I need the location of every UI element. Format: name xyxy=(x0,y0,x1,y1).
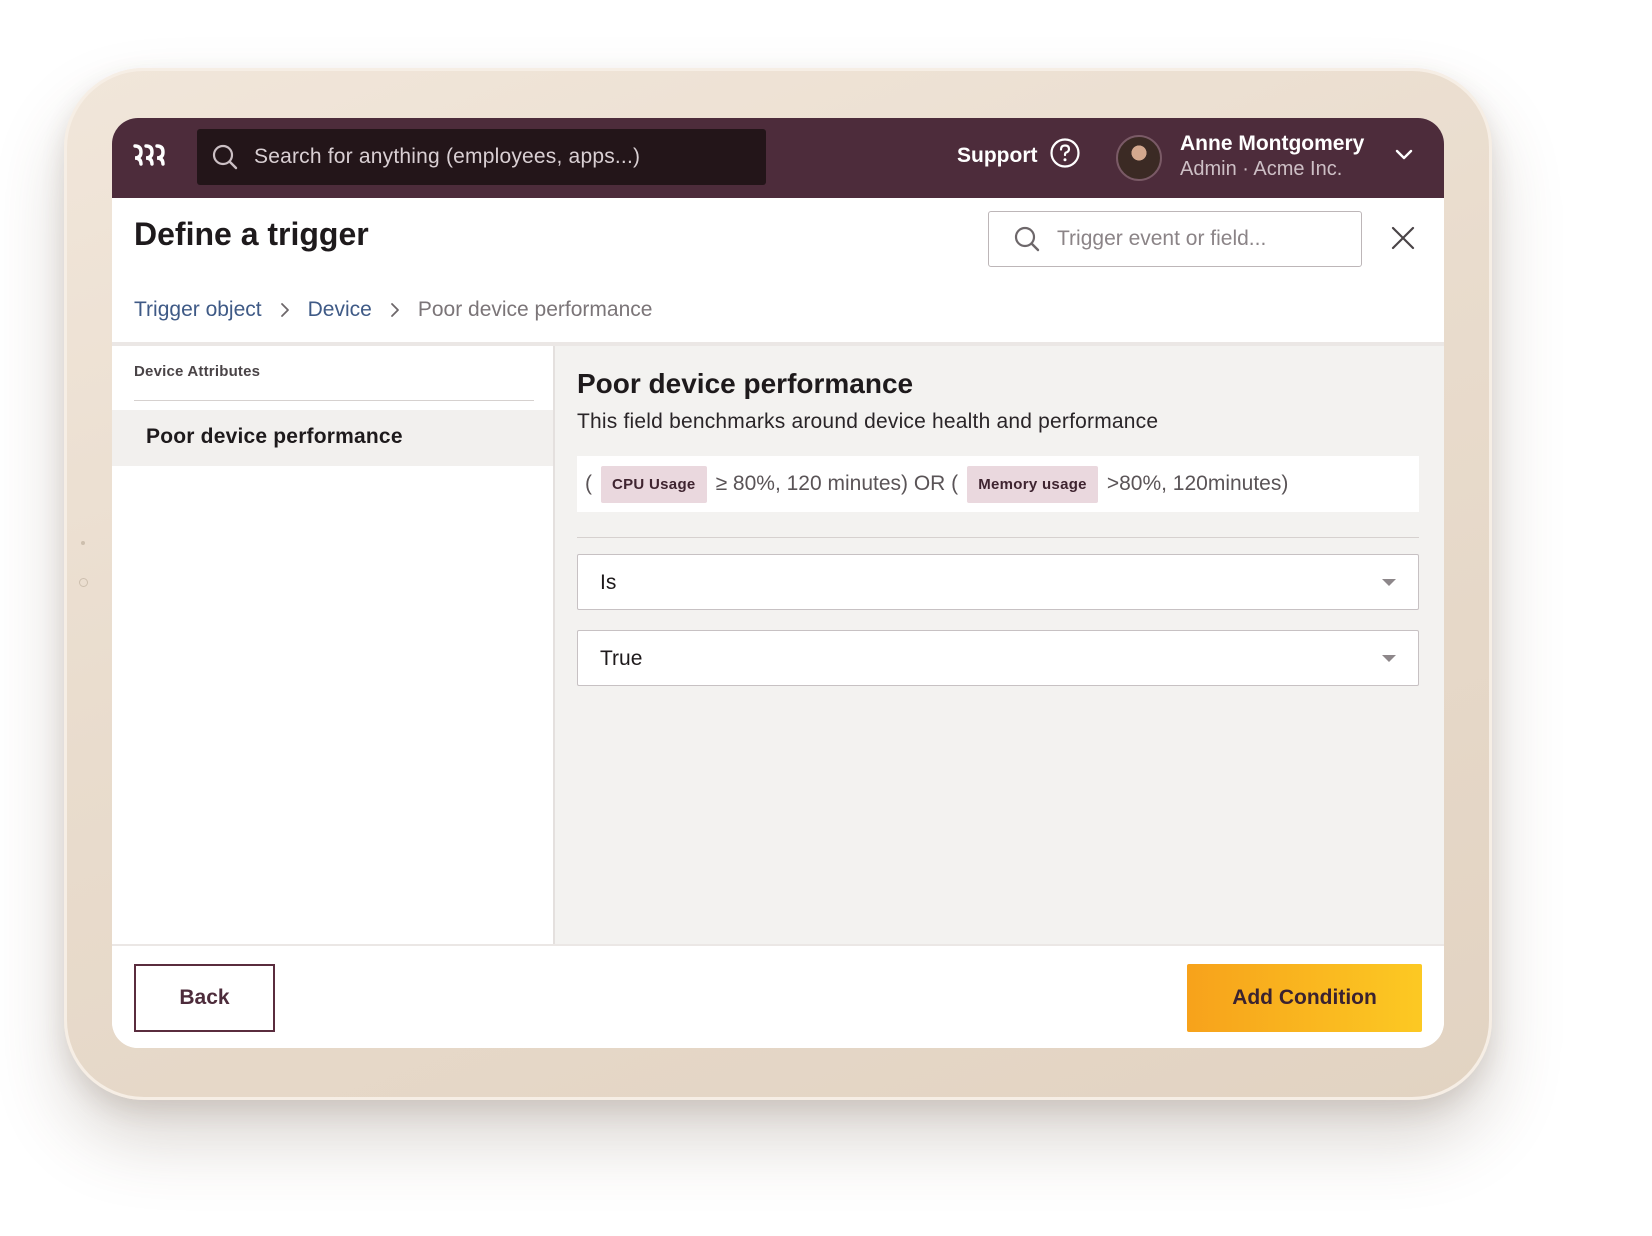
tablet-camera xyxy=(79,578,88,587)
operator-select-value: Is xyxy=(600,571,617,594)
global-search-input[interactable]: Search for anything (employees, apps...) xyxy=(197,129,766,185)
tablet-sensor xyxy=(81,541,85,545)
footer: Back Add Condition xyxy=(112,944,1444,1048)
operator-select[interactable]: Is xyxy=(577,554,1419,610)
trigger-search-input[interactable]: Trigger event or field... xyxy=(988,211,1362,267)
chevron-down-icon[interactable] xyxy=(1395,148,1413,167)
sidebar-item-poor-device-performance[interactable]: Poor device performance xyxy=(112,410,553,466)
back-button[interactable]: Back xyxy=(134,964,275,1032)
close-icon[interactable] xyxy=(1390,225,1416,256)
condition-formula: ( CPU Usage ≥ 80%, 120 minutes) OR ( Mem… xyxy=(577,456,1419,512)
breadcrumb-current: Poor device performance xyxy=(417,298,653,321)
app-screen: Search for anything (employees, apps...)… xyxy=(112,118,1444,1048)
chevron-right-icon xyxy=(390,302,400,318)
top-bar: Search for anything (employees, apps...)… xyxy=(112,118,1444,198)
chevron-right-icon xyxy=(280,302,290,318)
breadcrumb-device[interactable]: Device xyxy=(308,298,372,322)
logo-icon[interactable] xyxy=(132,142,168,175)
value-select[interactable]: True xyxy=(577,630,1419,686)
attribute-detail: Poor device performance This field bench… xyxy=(555,346,1444,944)
formula-open: ( xyxy=(585,472,592,495)
attribute-sidebar: Device Attributes Poor device performanc… xyxy=(112,346,555,944)
search-icon xyxy=(211,143,239,176)
memory-usage-tag: Memory usage xyxy=(967,465,1098,503)
breadcrumb: Trigger object Device Poor device perfor… xyxy=(134,298,652,322)
detail-divider xyxy=(577,537,1419,538)
avatar[interactable] xyxy=(1116,135,1162,181)
support-button[interactable]: Support xyxy=(957,134,1081,178)
formula-end: >80%, 120minutes) xyxy=(1106,472,1289,495)
detail-title: Poor device performance xyxy=(577,368,914,399)
add-condition-button[interactable]: Add Condition xyxy=(1187,964,1422,1032)
global-search-placeholder: Search for anything (employees, apps...) xyxy=(254,145,641,168)
support-label: Support xyxy=(957,144,1038,167)
user-name: Anne Montgomery xyxy=(1180,132,1365,155)
sidebar-item-label: Poor device performance xyxy=(146,425,403,448)
detail-description: This field benchmarks around device heal… xyxy=(577,410,1159,433)
help-icon xyxy=(1049,137,1081,175)
trigger-search-placeholder: Trigger event or field... xyxy=(1057,227,1267,250)
value-select-value: True xyxy=(600,647,643,670)
breadcrumb-trigger-object[interactable]: Trigger object xyxy=(134,298,262,322)
caret-down-icon xyxy=(1382,655,1396,662)
user-role: Admin · Acme Inc. xyxy=(1180,158,1343,180)
page-title: Define a trigger xyxy=(134,216,369,252)
caret-down-icon xyxy=(1382,579,1396,586)
cpu-usage-tag: CPU Usage xyxy=(601,465,707,503)
sidebar-heading: Device Attributes xyxy=(134,363,261,380)
search-icon xyxy=(1013,225,1041,258)
formula-middle: ≥ 80%, 120 minutes) OR ( xyxy=(715,472,959,495)
sidebar-divider xyxy=(134,400,534,401)
